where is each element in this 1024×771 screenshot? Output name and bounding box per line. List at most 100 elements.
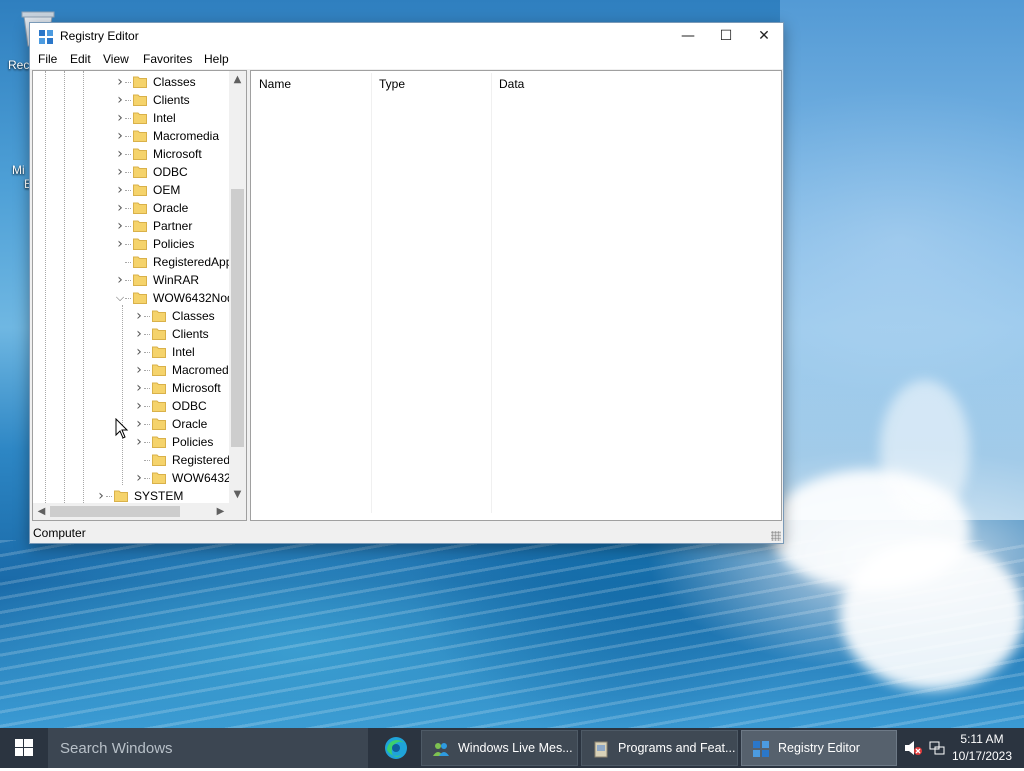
chevron-right-icon[interactable]: › <box>115 92 125 108</box>
folder-icon <box>152 400 166 412</box>
close-button[interactable]: ✕ <box>745 23 783 49</box>
tree-item[interactable]: › Policies <box>33 235 229 253</box>
tree-item[interactable]: › Intel <box>33 109 229 127</box>
maximize-button[interactable]: ☐ <box>707 23 745 49</box>
tree-item[interactable]: › Clients <box>33 91 229 109</box>
folder-icon <box>114 490 128 502</box>
chevron-down-icon[interactable]: ⌵ <box>115 290 125 306</box>
menu-edit[interactable]: Edit <box>70 52 91 66</box>
task-label: Windows Live Mes... <box>458 741 573 755</box>
tree-item[interactable]: › Partner <box>33 217 229 235</box>
scroll-right-icon[interactable]: ▶ <box>212 503 229 520</box>
column-header-data[interactable]: Data <box>499 77 524 91</box>
search-box[interactable]: Search Windows <box>48 728 368 768</box>
taskbar-task-messenger[interactable]: Windows Live Mes... <box>421 730 578 766</box>
scroll-down-icon[interactable]: ▼ <box>229 486 246 503</box>
column-divider[interactable] <box>491 73 492 513</box>
tree-item[interactable]: › Intel <box>33 343 229 361</box>
tree-item[interactable]: › SYSTEM <box>33 487 229 503</box>
tree-item[interactable]: › Classes <box>33 307 229 325</box>
tree-item[interactable]: › Clients <box>33 325 229 343</box>
chevron-right-icon[interactable]: › <box>115 146 125 162</box>
chevron-right-icon[interactable]: › <box>134 416 144 432</box>
taskbar-task-programs[interactable]: Programs and Feat... <box>581 730 738 766</box>
resize-grip-icon[interactable] <box>771 531 781 541</box>
speaker-muted-icon[interactable] <box>904 740 922 756</box>
task-label: Programs and Feat... <box>618 741 736 755</box>
wave-foam <box>880 380 970 520</box>
tree-item[interactable]: › Policies <box>33 433 229 451</box>
chevron-right-icon[interactable]: › <box>134 380 144 396</box>
menu-view[interactable]: View <box>103 52 129 66</box>
chevron-right-icon[interactable]: › <box>115 218 125 234</box>
folder-icon <box>133 274 147 286</box>
title-bar[interactable]: Registry Editor — ☐ ✕ <box>30 23 783 49</box>
chevron-right-icon[interactable]: › <box>134 398 144 414</box>
tree-item[interactable]: › Macromedia <box>33 361 229 379</box>
chevron-right-icon[interactable]: › <box>115 272 125 288</box>
chevron-right-icon[interactable]: › <box>134 362 144 378</box>
maximize-icon: ☐ <box>719 28 733 44</box>
tree-item[interactable]: › Microsoft <box>33 379 229 397</box>
chevron-right-icon[interactable]: › <box>115 74 125 90</box>
network-icon[interactable] <box>928 740 946 756</box>
scroll-thumb[interactable] <box>231 189 244 447</box>
chevron-right-icon[interactable]: › <box>96 488 106 503</box>
chevron-right-icon[interactable]: › <box>134 470 144 486</box>
taskbar-task-regedit[interactable]: Registry Editor <box>741 730 897 766</box>
tree-item[interactable]: › Oracle <box>33 199 229 217</box>
chevron-right-icon[interactable]: › <box>134 308 144 324</box>
taskbar-clock[interactable]: 5:11 AM 10/17/2023 <box>946 731 1018 765</box>
tree-item[interactable]: › ODBC <box>33 163 229 181</box>
tree-horizontal-scrollbar[interactable]: ◀ ▶ <box>33 503 246 520</box>
tree-item-label: Classes <box>153 75 196 89</box>
chevron-right-icon[interactable]: › <box>115 110 125 126</box>
tree-item[interactable]: › WinRAR <box>33 271 229 289</box>
menu-help[interactable]: Help <box>204 52 229 66</box>
chevron-right-icon[interactable]: › <box>115 164 125 180</box>
tree-item[interactable]: › Microsoft <box>33 145 229 163</box>
scroll-left-icon[interactable]: ◀ <box>33 503 50 520</box>
tree-item[interactable]: › Macromedia <box>33 127 229 145</box>
registry-values-pane[interactable]: Name Type Data <box>250 70 782 521</box>
column-divider[interactable] <box>371 73 372 513</box>
status-path: Computer <box>33 526 86 540</box>
task-label: Registry Editor <box>778 741 860 755</box>
edge-desktop-icon[interactable] <box>14 130 30 160</box>
tree-item[interactable]: RegisteredApplica <box>33 253 229 271</box>
tree-connector <box>125 82 131 83</box>
regedit-icon <box>39 30 53 44</box>
chevron-right-icon[interactable]: › <box>134 344 144 360</box>
tree-item[interactable]: › ODBC <box>33 397 229 415</box>
tree-item[interactable]: ⌵ WOW6432Node <box>33 289 229 307</box>
chevron-right-icon[interactable]: › <box>115 200 125 216</box>
menu-file[interactable]: File <box>38 52 57 66</box>
tree-item[interactable]: › OEM <box>33 181 229 199</box>
edge-taskbar-button[interactable] <box>374 728 418 768</box>
start-button[interactable] <box>0 728 48 768</box>
minimize-button[interactable]: — <box>669 23 707 49</box>
tree-vertical-scrollbar[interactable]: ▲ ▼ <box>229 71 246 503</box>
column-header-type[interactable]: Type <box>379 77 405 91</box>
tree-item-label: Intel <box>172 345 195 359</box>
folder-icon <box>152 328 166 340</box>
scroll-up-icon[interactable]: ▲ <box>229 71 246 88</box>
tree-item[interactable]: › Classes <box>33 73 229 91</box>
chevron-right-icon[interactable]: › <box>134 434 144 450</box>
chevron-right-icon[interactable]: › <box>115 236 125 252</box>
menu-bar: File Edit View Favorites Help <box>30 49 783 69</box>
tree-connector <box>125 262 131 263</box>
tree-item-label: Partner <box>153 219 193 233</box>
menu-favorites[interactable]: Favorites <box>143 52 192 66</box>
tree-connector <box>144 352 150 353</box>
tree-item[interactable]: › WOW6432Noc <box>33 469 229 487</box>
windows-logo-icon <box>15 739 33 756</box>
chevron-right-icon[interactable]: › <box>134 326 144 342</box>
chevron-right-icon[interactable]: › <box>115 182 125 198</box>
scroll-thumb[interactable] <box>50 506 180 517</box>
tree-item[interactable]: RegisteredApp <box>33 451 229 469</box>
chevron-right-icon[interactable]: › <box>115 128 125 144</box>
folder-icon <box>133 112 147 124</box>
column-header-name[interactable]: Name <box>259 77 291 91</box>
tree-item[interactable]: › Oracle <box>33 415 229 433</box>
